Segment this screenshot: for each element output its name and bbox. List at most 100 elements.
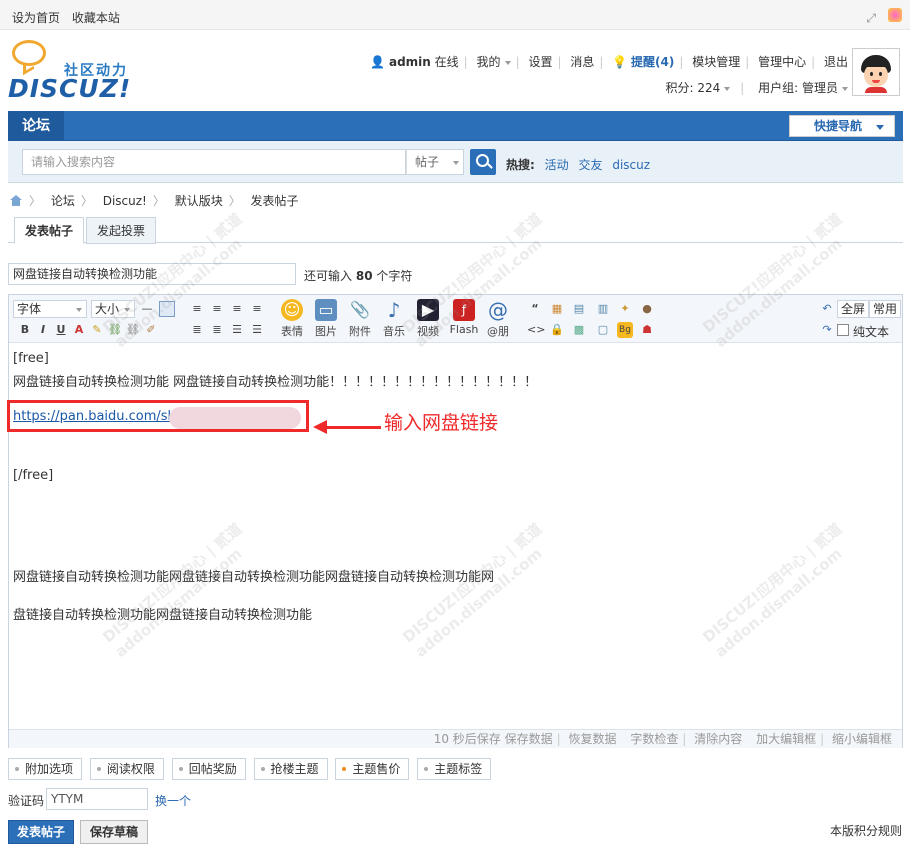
read-permission-button[interactable]: 阅读权限	[89, 758, 164, 780]
sticker-icon[interactable]: ●	[639, 301, 655, 317]
outdent-icon[interactable]: ≣	[209, 322, 225, 338]
title-input[interactable]: 网盘链接自动转换检测功能	[8, 263, 296, 285]
usergroup-menu[interactable]: 用户组: 管理员	[758, 81, 848, 95]
online-status[interactable]: 在线	[435, 55, 459, 69]
plain-text-checkbox[interactable]	[837, 324, 849, 336]
submit-post-button[interactable]: 发表帖子	[8, 820, 74, 844]
free-icon[interactable]: ▢	[595, 322, 611, 338]
editor-content[interactable]: [free] 网盘链接自动转换检测功能 网盘链接自动转换检测功能！！！！！！！！…	[7, 344, 902, 729]
restore-data-link[interactable]: 恢复数据	[569, 732, 617, 746]
logo-wordmark: DISCUZ!	[8, 74, 132, 103]
messages-link[interactable]: 消息	[570, 55, 594, 69]
font-color-icon[interactable]: A	[71, 322, 87, 338]
hot-word-link[interactable]: 交友	[578, 158, 602, 172]
user-badge-icon[interactable]: ☗	[639, 322, 655, 338]
music-button[interactable]: ♪ 音乐	[379, 299, 409, 339]
set-home-link[interactable]: 设为首页	[12, 11, 60, 25]
bulb-icon: 💡	[612, 55, 628, 69]
common-button[interactable]: 常用	[869, 300, 902, 318]
settings-link[interactable]: 设置	[528, 55, 552, 69]
password-icon[interactable]: ▩	[571, 322, 587, 338]
hot-word-link[interactable]: discuz	[612, 158, 650, 172]
italic-icon[interactable]: I	[35, 322, 51, 338]
align-justify-icon[interactable]: ≡	[229, 301, 245, 317]
attachment-button[interactable]: 📎 附件	[345, 299, 375, 339]
medal-icon[interactable]: ✦	[617, 301, 633, 317]
quick-nav-label: 快捷导航	[814, 119, 863, 133]
redo-icon[interactable]: ↷	[819, 322, 835, 338]
save-data-link[interactable]: 保存数据	[505, 732, 553, 746]
thread-tags-button[interactable]: 主题标签	[417, 758, 492, 780]
table-icon[interactable]	[159, 301, 175, 317]
quote-icon[interactable]: “	[527, 301, 543, 317]
align-left-icon[interactable]: ≡	[189, 301, 205, 317]
logout-link[interactable]: 退出	[824, 55, 848, 69]
username-link[interactable]: admin	[389, 55, 431, 69]
nav-tab-forum[interactable]: 论坛	[8, 111, 64, 141]
remind-link[interactable]: 提醒(4)	[631, 55, 674, 69]
page-icon[interactable]: ▤	[571, 301, 587, 317]
main-nav: 论坛 快捷导航	[8, 111, 903, 141]
extra-options-button[interactable]: 附加选项	[8, 758, 83, 780]
hide-icon[interactable]: ▦	[549, 301, 565, 317]
points-rules-link[interactable]: 本版积分规则	[830, 822, 902, 839]
clear-content-link[interactable]: 清除内容	[694, 732, 742, 746]
points-menu[interactable]: 积分: 224	[666, 81, 731, 95]
breadcrumb-item[interactable]: 论坛	[51, 194, 75, 208]
lock-icon[interactable]: 🔒	[549, 322, 565, 338]
format-brush-icon[interactable]: ✐	[143, 322, 159, 338]
mention-button[interactable]: @ @朋	[483, 299, 513, 339]
bookmark-link[interactable]: 收藏本站	[72, 11, 120, 25]
search-bar: 请输入搜索内容 帖子 热搜: 活动 交友 discuz	[8, 141, 903, 183]
font-select[interactable]: 字体	[13, 300, 87, 318]
index-icon[interactable]: ▥	[595, 301, 611, 317]
bold-icon[interactable]: B	[17, 322, 33, 338]
undo-icon[interactable]: ↶	[819, 301, 835, 317]
unlink-icon[interactable]: ⛓	[125, 322, 141, 338]
thread-price-button[interactable]: 主题售价	[335, 758, 410, 780]
search-button[interactable]	[470, 149, 496, 175]
site-logo[interactable]: 社区动力 DISCUZ!	[8, 40, 138, 103]
ordered-list-icon[interactable]: ☰	[229, 322, 245, 338]
floor-grab-button[interactable]: 抢楼主题	[253, 758, 328, 780]
home-icon[interactable]	[10, 195, 23, 206]
video-button[interactable]: ▶ 视频	[413, 299, 443, 339]
unordered-list-icon[interactable]: ☰	[249, 322, 265, 338]
image-button[interactable]: ▭ 图片	[311, 299, 341, 339]
my-menu[interactable]: 我的	[477, 55, 511, 69]
indent-icon[interactable]: ≣	[189, 322, 205, 338]
fullscreen-button[interactable]: 全屏	[837, 300, 870, 318]
flash-button[interactable]: ƒ Flash	[449, 299, 479, 336]
align-center-icon[interactable]: ≡	[209, 301, 225, 317]
link-icon[interactable]: ⛓	[107, 322, 123, 338]
size-select[interactable]: 大小	[91, 300, 135, 318]
align-right-icon[interactable]: ≡	[249, 301, 265, 317]
shrink-editor-link[interactable]: 缩小编辑框	[832, 732, 892, 746]
highlight-icon[interactable]: ✎	[89, 322, 105, 338]
background-icon[interactable]: Bg	[617, 322, 633, 338]
captcha-input[interactable]: YTYM	[46, 788, 148, 810]
breadcrumb-item[interactable]: 默认版块	[175, 194, 223, 208]
search-type-label: 帖子	[415, 155, 440, 169]
captcha-refresh-link[interactable]: 换一个	[155, 792, 191, 809]
enlarge-editor-link[interactable]: 加大编辑框	[756, 732, 816, 746]
module-mgmt-link[interactable]: 模块管理	[692, 55, 740, 69]
search-type-select[interactable]: 帖子	[406, 149, 464, 175]
save-draft-button[interactable]: 保存草稿	[80, 820, 148, 844]
reply-reward-button[interactable]: 回帖奖励	[171, 758, 246, 780]
expand-icon[interactable]: ⤢	[864, 11, 878, 25]
breadcrumb-item[interactable]: Discuz!	[103, 194, 147, 208]
admin-center-link[interactable]: 管理中心	[758, 55, 806, 69]
tab-start-poll[interactable]: 发起投票	[86, 217, 157, 244]
emoji-button[interactable]: ☺ 表情	[277, 299, 307, 339]
search-input[interactable]: 请输入搜索内容	[22, 149, 406, 175]
hot-word-link[interactable]: 活动	[545, 158, 569, 172]
avatar[interactable]	[852, 48, 900, 96]
hr-icon[interactable]: —	[139, 301, 155, 317]
quick-nav-button[interactable]: 快捷导航	[789, 115, 895, 137]
color-scheme-icon[interactable]	[888, 8, 902, 22]
tab-post-thread[interactable]: 发表帖子	[14, 217, 85, 244]
underline-icon[interactable]: U	[53, 322, 69, 338]
word-check-link[interactable]: 字数检查	[630, 732, 678, 746]
code-icon[interactable]: <>	[527, 322, 545, 338]
